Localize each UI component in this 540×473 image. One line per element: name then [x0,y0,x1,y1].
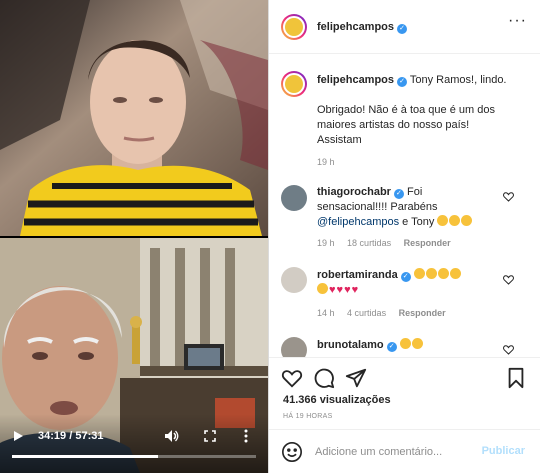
post-actions: 41.366 visualizações HÁ 19 HORAS [269,357,540,429]
clap-emoji-icon [411,338,423,349]
clap-emoji-icon [461,215,473,226]
more-options-icon[interactable]: ··· [508,13,527,29]
heart-emoji-icon: ♥ [336,284,344,296]
comment-text-after-mention: e Tony [402,216,435,228]
comment-text: brunotalamo ✓ [317,338,507,353]
author-avatar[interactable] [281,14,307,40]
comment-text: robertamiranda ✓ ♥♥♥♥ [317,268,507,298]
heart-icon[interactable] [281,367,303,389]
post-header: felipehcampos ✓ ··· [269,0,540,54]
comment-bubble-icon[interactable] [313,367,335,389]
current-time: 34:19 [38,430,67,442]
comment-text-line-3: @felipehcampos e Tony [317,215,507,230]
comment-avatar[interactable] [281,185,307,211]
comment-likes[interactable]: 4 curtidas [347,308,386,318]
fullscreen-icon[interactable] [204,430,216,445]
comment-input[interactable] [315,443,475,461]
reply-button[interactable]: Responder [399,308,446,318]
comment-username[interactable]: robertamiranda [317,269,398,281]
bookmark-icon[interactable] [505,367,527,389]
post-sidebar: felipehcampos ✓ ··· felipehcampos ✓ Tony R… [268,0,540,473]
comment-username[interactable]: brunotalamo [317,339,384,351]
publish-button[interactable]: Publicar [482,445,525,457]
caption-username[interactable]: felipehcampos [317,74,394,86]
caption-line-2: Obrigado! Não é à toa que é um dos [317,104,495,116]
verified-badge-icon: ✓ [397,77,408,87]
comment-meta: 19 h 18 curtidas Responder [317,238,461,248]
author-username[interactable]: felipehcampos ✓ [317,21,408,34]
comment-time: 19 h [317,238,335,248]
video-controls [0,414,268,473]
video-feed-host [0,0,268,236]
comment-composer: Publicar [269,429,540,473]
video-progress-bar[interactable] [12,455,256,458]
duration: 57:31 [75,430,104,442]
avatar-image [283,16,305,38]
comment-likes[interactable]: 18 curtidas [347,238,391,248]
clap-emoji-icon [437,268,449,279]
posted-time[interactable]: HÁ 19 HORAS [283,413,333,420]
caption-meta: 19 h [317,157,345,167]
comment-like-icon[interactable] [503,345,515,357]
author-username-text: felipehcampos [317,21,395,33]
comment-text-line-1: Foi [407,186,423,198]
clap-emoji-icon [413,268,425,279]
smiley-icon[interactable] [281,441,303,463]
comment-like-icon[interactable] [503,192,515,204]
play-icon[interactable] [12,430,24,445]
volume-icon[interactable] [164,429,179,446]
mention-link[interactable]: @felipehcampos [317,216,399,228]
reply-button[interactable]: Responder [404,238,451,248]
caption-text: felipehcampos ✓ Tony Ramos!, lindo. [317,73,527,88]
verified-badge-icon: ✓ [386,342,397,352]
avatar-image [283,73,305,95]
verified-badge-icon: ✓ [397,24,408,34]
time-display: 34:19 / 57:31 [38,430,103,442]
clap-emoji-icon [317,283,328,294]
caption-time: 19 h [317,157,335,167]
caption-line-1: Tony Ramos!, lindo. [409,74,507,86]
caption-body: Obrigado! Não é à toa que é um dos maior… [317,103,527,148]
heart-emoji-icon: ♥ [344,284,351,296]
clap-emoji-icon [425,268,437,279]
verified-badge-icon: ✓ [393,189,404,199]
view-count[interactable]: 41.366 visualizações [283,394,391,406]
kebab-icon[interactable] [244,429,248,446]
paper-plane-icon[interactable] [345,367,367,389]
comment-avatar[interactable] [281,337,307,357]
clap-emoji-icon [399,338,411,349]
comment-text: thiagorochabr ✓ Foi sensacional!!!! Parab… [317,185,507,230]
caption-line-3: maiores artistas do nosso país! [317,119,470,131]
comment-username[interactable]: thiagorochabr [317,186,391,198]
comment-meta: 14 h 4 curtidas Responder [317,308,456,318]
comment-like-icon[interactable] [503,275,515,287]
comments-list: felipehcampos ✓ Tony Ramos!, lindo. Obrig… [269,55,540,357]
comment-avatar[interactable] [281,267,307,293]
verified-badge-icon: ✓ [400,272,411,282]
live-video[interactable]: 34:19 / 57:31 [0,0,268,473]
heart-emoji-icon: ♥ [329,284,336,296]
clap-emoji-icon [437,215,449,226]
video-progress-fill [12,455,158,458]
host-video-frame [0,0,268,236]
caption-avatar[interactable] [281,71,307,97]
caption-line-4: Assistam [317,134,362,146]
comment-text-line-2: sensacional!!!! Parabéns [317,201,438,213]
heart-emoji-icon: ♥ [351,284,359,296]
clap-emoji-icon [449,215,461,226]
comment-time: 14 h [317,308,335,318]
comment-emoji-line-2: ♥♥♥♥ [317,283,507,298]
clap-emoji-icon [449,268,461,279]
